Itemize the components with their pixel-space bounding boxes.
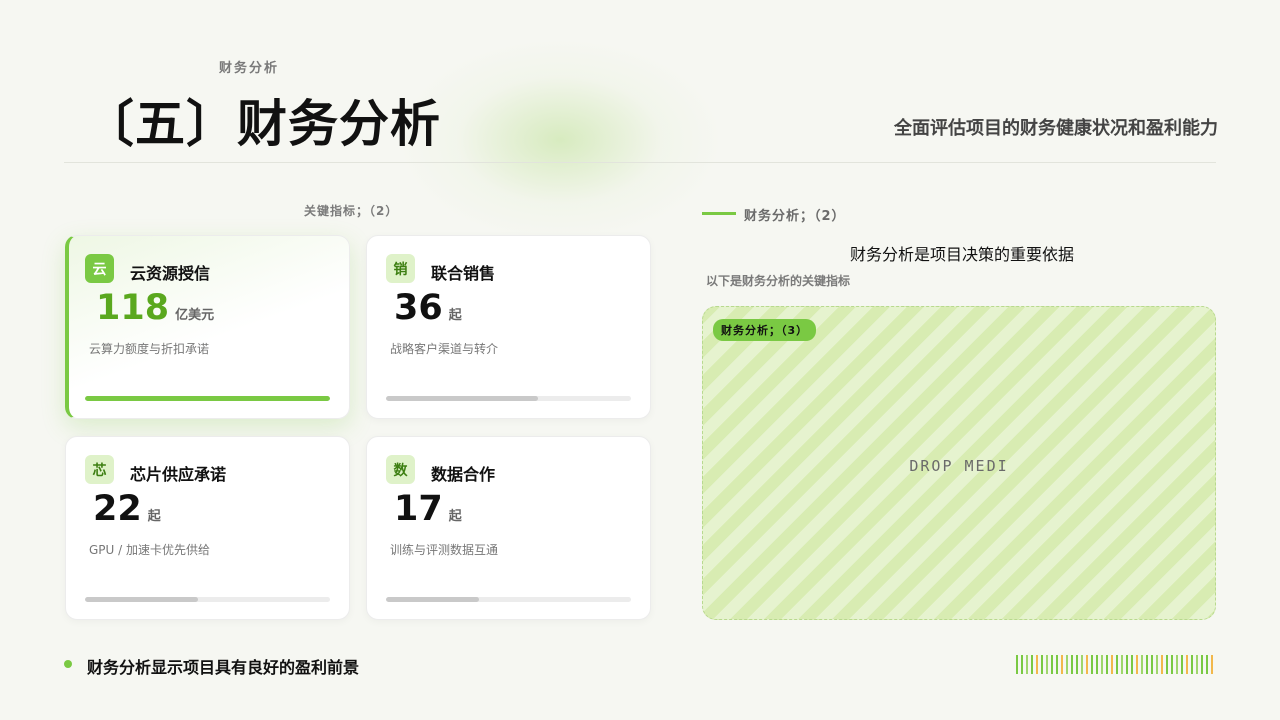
metric-unit: 亿美元 — [175, 308, 215, 323]
footer-conclusion: 财务分析显示项目具有良好的盈利前景 — [87, 658, 360, 677]
media-tag: 财务分析；（3） — [713, 319, 817, 341]
stripe-bar — [1166, 655, 1168, 674]
metric-card-chip-supply[interactable]: 芯 芯片供应承诺 22 起 GPU / 加速卡优先供给 — [65, 436, 350, 620]
chip-icon: 芯 — [85, 455, 114, 484]
metric-progress-track — [386, 597, 631, 602]
bullet-dot-icon — [64, 660, 72, 668]
stripe-bar — [1126, 655, 1128, 674]
analysis-section-label: 财务分析；（2） — [744, 209, 846, 224]
stripe-bar — [1146, 655, 1148, 674]
stripe-bar — [1076, 655, 1078, 674]
metric-value: 17 — [394, 489, 443, 529]
stripe-bar — [1171, 655, 1173, 674]
data-icon: 数 — [386, 455, 415, 484]
stripe-bar — [1186, 655, 1188, 674]
stripe-bar — [1201, 655, 1203, 674]
metric-progress-fill — [386, 597, 480, 602]
metric-value-row: 118 亿美元 — [96, 288, 214, 328]
stripe-bar — [1181, 655, 1183, 674]
metric-name: 云资源授信 — [130, 264, 211, 283]
stripe-bar — [1036, 655, 1038, 674]
stripe-bar — [1066, 655, 1068, 674]
stripe-bar — [1156, 655, 1158, 674]
stripe-bar — [1111, 655, 1113, 674]
stripe-bar — [1106, 655, 1108, 674]
background-glow — [400, 40, 720, 240]
cloud-icon: 云 — [85, 254, 114, 283]
metric-progress-fill — [386, 396, 538, 401]
page-eyebrow: 财务分析 — [219, 61, 280, 76]
metric-value-row: 22 起 — [93, 489, 161, 529]
metric-value: 36 — [394, 288, 443, 328]
stripe-bar — [1196, 655, 1198, 674]
stripe-bar — [1081, 655, 1083, 674]
metric-description: 训练与评测数据互通 — [390, 543, 499, 557]
analysis-title: 财务分析是项目决策的重要依据 — [849, 245, 1074, 264]
metric-progress-track — [85, 396, 330, 401]
stripe-bar — [1051, 655, 1053, 674]
metric-description: 战略客户渠道与转介 — [390, 342, 499, 356]
metric-card-cloud-credit[interactable]: 云 云资源授信 118 亿美元 云算力额度与折扣承诺 — [65, 235, 350, 419]
stripe-bar — [1116, 655, 1118, 674]
page-subtitle: 全面评估项目的财务健康状况和盈利能力 — [894, 118, 1218, 139]
stripe-bar — [1211, 655, 1213, 674]
metric-unit: 起 — [448, 308, 462, 323]
metric-description: GPU / 加速卡优先供给 — [89, 543, 210, 557]
stripe-bar — [1056, 655, 1058, 674]
stripe-bar — [1021, 655, 1023, 674]
page-title: 〔五〕财务分析 — [84, 95, 441, 153]
stripe-bar — [1101, 655, 1103, 674]
stripe-bar — [1041, 655, 1043, 674]
stripe-bar — [1206, 655, 1208, 674]
metric-value-row: 17 起 — [394, 489, 462, 529]
metric-progress-track — [386, 396, 631, 401]
metric-unit: 起 — [448, 509, 462, 524]
media-drop-zone[interactable]: 财务分析；（3） DROP MEDI — [702, 306, 1216, 620]
metric-description: 云算力额度与折扣承诺 — [89, 342, 210, 356]
header-divider — [64, 162, 1216, 163]
stripe-bar — [1071, 655, 1073, 674]
stripe-bar — [1131, 655, 1133, 674]
stripe-bar — [1151, 655, 1153, 674]
metric-progress-fill — [85, 597, 198, 602]
stripe-bar — [1026, 655, 1028, 674]
section-accent-line — [702, 212, 736, 215]
metric-card-joint-sales[interactable]: 销 联合销售 36 起 战略客户渠道与转介 — [366, 235, 651, 419]
metric-card-data-cooperation[interactable]: 数 数据合作 17 起 训练与评测数据互通 — [366, 436, 651, 620]
stripe-bar — [1176, 655, 1178, 674]
stripe-bar — [1096, 655, 1098, 674]
metric-unit: 起 — [147, 509, 161, 524]
stripe-bar — [1136, 655, 1138, 674]
stripe-bar — [1121, 655, 1123, 674]
media-placeholder-text: DROP MEDI — [909, 457, 1009, 475]
analysis-subtitle: 以下是财务分析的关键指标 — [706, 274, 851, 288]
metric-progress-track — [85, 597, 330, 602]
stripe-bar — [1031, 655, 1033, 674]
stripe-bar — [1086, 655, 1088, 674]
metrics-section-label: 关键指标；（2） — [304, 204, 399, 218]
sales-icon: 销 — [386, 254, 415, 283]
stripe-bar — [1016, 655, 1018, 674]
stripe-bar — [1061, 655, 1063, 674]
metric-value: 22 — [93, 489, 142, 529]
stripe-bar — [1141, 655, 1143, 674]
stripe-bar — [1091, 655, 1093, 674]
stripe-bar — [1161, 655, 1163, 674]
metric-progress-fill — [85, 396, 330, 401]
metric-name: 联合销售 — [431, 264, 496, 283]
stripe-bar — [1191, 655, 1193, 674]
decorative-stripes — [1016, 655, 1213, 674]
metric-name: 芯片供应承诺 — [130, 465, 227, 484]
metric-value: 118 — [96, 288, 170, 328]
metric-value-row: 36 起 — [394, 288, 462, 328]
stripe-bar — [1046, 655, 1048, 674]
metric-name: 数据合作 — [431, 465, 496, 484]
